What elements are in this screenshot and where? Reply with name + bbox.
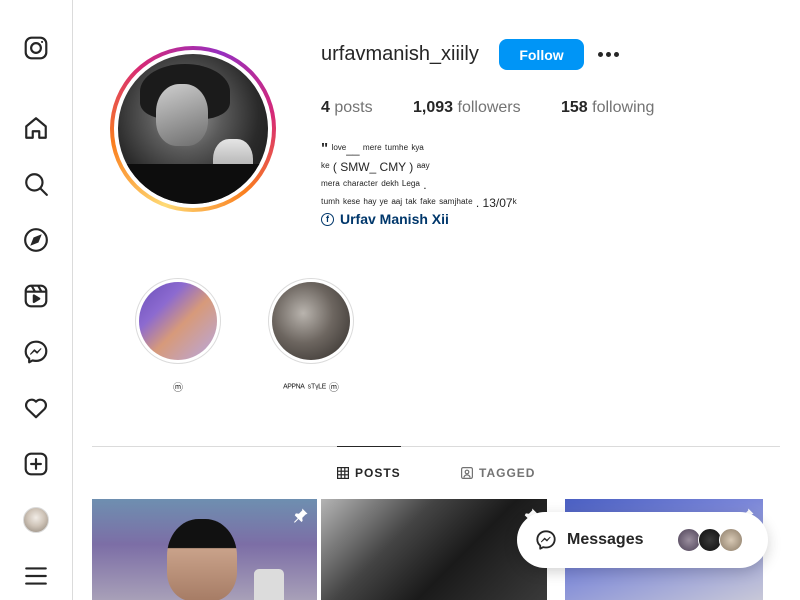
active-tab-indicator	[337, 446, 401, 447]
profile-avatar-ring[interactable]	[110, 46, 276, 212]
followers-count: 1,093	[413, 99, 454, 116]
bio-link-text: Urfav Manish Xii	[340, 211, 449, 227]
posts-count-stat: 4 posts	[321, 99, 373, 117]
followers-stat[interactable]: 1,093 followers	[413, 99, 521, 117]
highlight-1-ring	[135, 278, 221, 364]
tab-tagged-label: TAGGED	[479, 466, 536, 480]
highlight-1[interactable]: ⓜ	[135, 278, 221, 394]
sidebar	[0, 0, 73, 600]
pinned-icon	[294, 508, 308, 523]
reels-icon[interactable]	[22, 282, 50, 310]
following-stat[interactable]: 158 following	[561, 99, 654, 117]
highlight-1-image	[139, 282, 217, 360]
profile-avatar-icon[interactable]	[22, 506, 50, 534]
tab-tagged[interactable]: TAGGED	[461, 466, 535, 480]
posts-label: posts	[334, 99, 373, 116]
tagged-icon	[461, 467, 473, 479]
profile-avatar	[118, 54, 268, 204]
profile-avatar-frame	[114, 50, 272, 208]
highlight-1-label: ⓜ	[173, 383, 183, 394]
tab-posts-label: POSTS	[355, 466, 401, 480]
following-label: following	[592, 99, 655, 116]
highlight-2[interactable]: ᴬᴾᴾᴺᴬ ˢᵀᵞᴸᴱ ⓜ	[268, 278, 354, 394]
message-avatars	[677, 528, 743, 552]
highlight-2-image	[272, 282, 350, 360]
post-thumbnail[interactable]	[92, 499, 317, 600]
tabs-divider	[92, 446, 780, 447]
messages-label: Messages	[567, 531, 644, 548]
messenger-icon[interactable]	[22, 338, 50, 366]
posts-count: 4	[321, 99, 330, 116]
search-icon[interactable]	[22, 170, 50, 198]
messenger-icon	[536, 530, 556, 550]
profile-bio: " ˡᵒᵛᵉ__ ᵐᵉʳᵉ ᵗᵘᵐʰᵉ ᵏʸᵃ ᵏᵉ ( SMW_ CMY ) …	[321, 140, 517, 212]
post-thumbnail[interactable]	[321, 499, 547, 600]
followers-label: followers	[457, 99, 521, 116]
home-icon[interactable]	[22, 114, 50, 142]
profile-username: urfavmanish_xiiily	[321, 43, 479, 65]
bio-line-1: " ˡᵒᵛᵉ__ ᵐᵉʳᵉ ᵗᵘᵐʰᵉ ᵏʸᵃ	[321, 140, 517, 158]
follow-button[interactable]: Follow	[499, 39, 584, 70]
bio-line-4: ᵗᵘᵐʰ ᵏᵉˢᵉ ʰᵃʸ ʸᵉ ᵃᵃʲ ᵗᵃᵏ ᶠᵃᵏᵉ ˢᵃᵐʲʰᵃᵗᵉ .…	[321, 196, 517, 210]
bio-line-2: ᵏᵉ ( SMW_ CMY ) ᵃᵃʸ	[321, 160, 430, 174]
more-options-icon[interactable]	[596, 44, 620, 64]
heart-icon[interactable]	[22, 394, 50, 422]
menu-icon[interactable]	[22, 562, 50, 590]
facebook-icon: f	[321, 212, 334, 226]
messages-button[interactable]: Messages	[517, 512, 768, 568]
grid-icon	[337, 467, 349, 479]
compass-icon[interactable]	[22, 226, 50, 254]
bio-facebook-link[interactable]: f Urfav Manish Xii	[321, 211, 449, 227]
highlight-2-label: ᴬᴾᴾᴺᴬ ˢᵀᵞᴸᴱ ⓜ	[283, 383, 339, 394]
bio-line-1-text: ˡᵒᵛᵉ__ ᵐᵉʳᵉ ᵗᵘᵐʰᵉ ᵏʸᵃ	[328, 142, 424, 156]
instagram-logo-icon[interactable]	[22, 34, 50, 62]
avatar	[719, 528, 743, 552]
bio-line-3: ᵐᵉʳᵃ ᶜʰᵃʳᵃᶜᵗᵉʳ ᵈᵉᵏʰ ᴸᵉᵍᵃ .	[321, 178, 427, 192]
plus-square-icon[interactable]	[22, 450, 50, 478]
highlight-2-ring	[268, 278, 354, 364]
tab-posts[interactable]: POSTS	[337, 466, 401, 480]
following-count: 158	[561, 99, 588, 116]
